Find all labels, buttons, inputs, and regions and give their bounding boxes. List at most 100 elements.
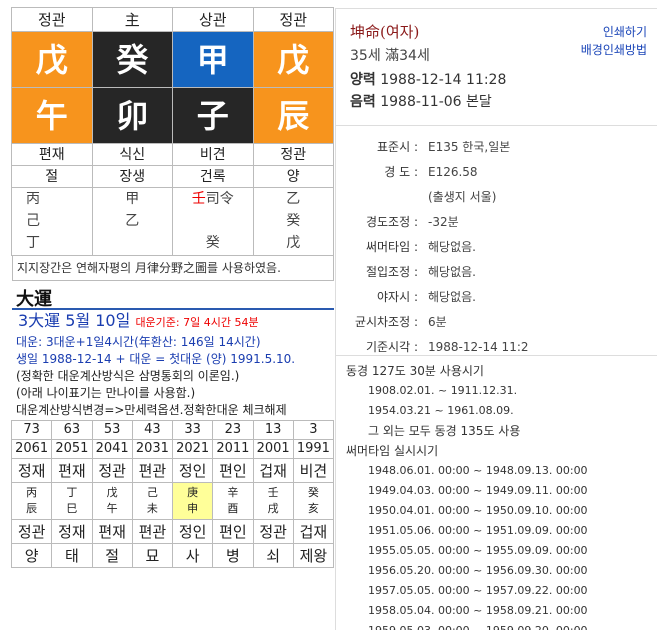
dw-ganji[interactable]: 戊午 (91, 482, 133, 520)
dst-period: 1951.05.06. 00:00 ~ 1951.09.09. 00:00 (368, 524, 588, 537)
info-row: 표준시 : E135 한국,일본 (336, 135, 657, 160)
dw-ganji[interactable]: 己未 (131, 482, 173, 520)
profile-name: 坤命(여자) (350, 23, 420, 41)
bg-print-link[interactable]: 배경인쇄방법 (581, 41, 647, 59)
dw-ganji-stem: 庚 (187, 486, 199, 499)
daewoon-line1: 대운: 3대운+1일4시간(年환산: 146일 14시간) (16, 335, 261, 349)
info-value: 6분 (428, 315, 447, 329)
dw-god-top: 편인 (212, 458, 254, 483)
lunar-date: 1988-11-06 본달 (380, 94, 492, 110)
info-value: 1988-12-14 11:2 (428, 340, 529, 354)
dw-age: 3 (292, 420, 334, 440)
info-key: 경도조정 : (365, 215, 418, 229)
daewoon-title: 3大運 5월 10일 (18, 311, 131, 330)
dw-age: 63 (51, 420, 93, 440)
dw-ganji-stem: 壬 (267, 486, 279, 499)
dw-stage: 제왕 (292, 543, 334, 568)
info-key: 기준시각 : (365, 340, 418, 354)
dw-age: 23 (212, 420, 254, 440)
info-row: 경도조정 : -32분 (336, 210, 657, 235)
dw-god-bottom: 편재 (91, 519, 133, 544)
dw-age: 53 (91, 420, 133, 440)
dw-ganji[interactable]: 丁巳 (51, 482, 93, 520)
dw-ganji[interactable]: 辛酉 (212, 482, 254, 520)
print-links: 인쇄하기 배경인쇄방법 (581, 23, 647, 59)
dw-god-bottom: 편인 (212, 519, 254, 544)
dw-ganji-branch: 戌 (267, 502, 279, 515)
longitude-period: 1954.03.21 ~ 1961.08.09. (368, 404, 514, 417)
dst-period: 1957.05.05. 00:00 ~ 1957.09.22. 00:00 (368, 584, 588, 597)
hidden-month: 壬司令 癸 (172, 187, 254, 256)
dw-year: 2021 (172, 439, 214, 459)
god-year: 정관 (252, 143, 334, 166)
dw-ganji-stem: 丙 (26, 486, 38, 499)
dw-ganji[interactable]: 丙辰 (11, 482, 53, 520)
branch-year: 辰 (252, 87, 334, 144)
pillar-label-year: 정관 (252, 7, 334, 32)
info-value: 해당없음. (428, 290, 476, 304)
dw-god-bottom: 겁재 (292, 519, 334, 544)
dw-ganji-stem: 戊 (106, 486, 118, 499)
info-key: 써머타임 : (365, 240, 418, 254)
dw-stage: 태 (51, 543, 93, 568)
stem-month: 甲 (172, 31, 254, 88)
dw-ganji-branch: 酉 (227, 502, 239, 515)
pillar-top-labels: 정관 主 상관 정관 (11, 7, 334, 32)
info-key: 절입조정 : (365, 265, 418, 279)
hidden-stems: 丙 己 丁 甲 乙 壬司令 癸 乙 癸 戊 (11, 187, 334, 256)
dw-ganji[interactable]: 癸亥 (292, 482, 334, 520)
divider (336, 125, 657, 126)
hidden-stems-note: 지지장간은 연해자평의 月律分野之圖를 사용하였음. (12, 255, 334, 281)
hidden-day-c: 乙 (125, 213, 140, 229)
dw-ganji[interactable]: 壬戌 (252, 482, 294, 520)
info-value: 해당없음. (428, 240, 476, 254)
daewoon-option-link[interactable]: 대운계산방식변경=>만세력옵션.정확한대운 체크해제 (12, 402, 334, 419)
dw-stage: 병 (212, 543, 254, 568)
saju-panel: 정관 主 상관 정관 戊 癸 甲 戊 午 卯 子 辰 편재 식신 비견 정관 절… (11, 7, 334, 568)
dw-god-bottom: 정관 (11, 519, 53, 544)
pillar-gods: 편재 식신 비견 정관 (11, 143, 334, 166)
pillar-label-day: 主 (91, 7, 173, 32)
dw-ganji-stem: 己 (146, 486, 158, 499)
hidden-month-b (211, 210, 215, 232)
dst-period: 1956.05.20. 00:00 ~ 1956.09.30. 00:00 (368, 564, 588, 577)
dw-god-top: 편재 (51, 458, 93, 483)
god-month: 비견 (172, 143, 254, 166)
pillar-stages: 절 장생 건록 양 (11, 165, 334, 188)
dw-god-bottom: 정관 (252, 519, 294, 544)
dst-period: 1950.04.01. 00:00 ~ 1950.09.10. 00:00 (368, 504, 588, 517)
hidden-month-suffix: 司令 (205, 191, 234, 207)
print-link[interactable]: 인쇄하기 (581, 23, 647, 41)
info-row: 경 도 : E126.58 (336, 160, 657, 185)
solar-row: 양력 1988-12-14 11:28 (350, 69, 506, 91)
dw-god-bottom: 정인 (172, 519, 214, 544)
info-row: 야자시 : 해당없음. (336, 285, 657, 310)
daewoon-line2: 생일 1988-12-14 + 대운 = 첫대운 (양) 1991.5.10. (16, 352, 296, 366)
dw-year: 2031 (131, 439, 173, 459)
solar-date: 1988-12-14 11:28 (380, 72, 507, 88)
longitude-note: 그 외는 모두 동경 135도 사용 (368, 424, 521, 438)
dw-year: 2011 (212, 439, 254, 459)
dw-year: 2001 (252, 439, 294, 459)
lunar-row: 음력 1988-11-06 본달 (350, 91, 506, 113)
hidden-hour-a: 丙 (26, 191, 40, 207)
dw-ganji-branch: 申 (187, 502, 199, 515)
hidden-hour-b: 己 (26, 213, 40, 229)
dw-ganji-stem: 辛 (227, 486, 239, 499)
dst-period: 1949.04.03. 00:00 ~ 1949.09.11. 00:00 (368, 484, 588, 497)
solar-label: 양력 (350, 72, 376, 88)
lunar-label: 음력 (350, 94, 376, 110)
dw-ganji-current[interactable]: 庚申 (172, 482, 214, 520)
info-value: (출생지 서울) (428, 190, 497, 204)
info-key: 경 도 : (384, 165, 418, 179)
dw-age: 13 (252, 420, 294, 440)
dw-age: 43 (131, 420, 173, 440)
dw-ganji-branch: 巳 (66, 502, 78, 515)
stem-day: 癸 (91, 31, 173, 88)
dst-period: 1958.05.04. 00:00 ~ 1958.09.21. 00:00 (368, 604, 588, 617)
pillar-label-month: 상관 (172, 7, 254, 32)
dw-ganji-stem: 丁 (66, 486, 78, 499)
daewoon-table: 73 63 53 43 33 23 13 3 2061 2051 2041 20… (11, 420, 334, 568)
dw-god-top: 정인 (172, 458, 214, 483)
dw-year: 2041 (91, 439, 133, 459)
